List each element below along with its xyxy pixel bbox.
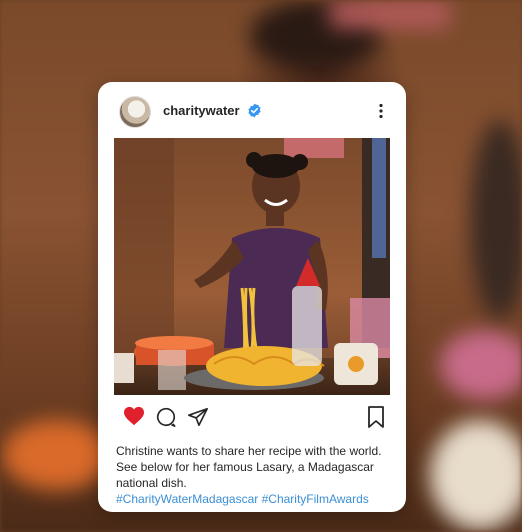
- more-options-icon[interactable]: [378, 103, 384, 119]
- post-caption: Christine wants to share her recipe with…: [116, 443, 396, 507]
- username[interactable]: charitywater: [163, 103, 240, 118]
- caption-hashtags[interactable]: #CharityWaterMadagascar #CharityFilmAwar…: [116, 491, 396, 507]
- comment-icon[interactable]: [155, 406, 177, 428]
- instagram-post-card: charitywater Christine wants to share he…: [98, 82, 406, 512]
- post-photo[interactable]: [114, 138, 390, 395]
- share-icon[interactable]: [187, 406, 209, 428]
- post-header: charitywater: [98, 82, 406, 138]
- bookmark-icon[interactable]: [367, 406, 385, 428]
- post-actions: [98, 402, 406, 432]
- heart-icon[interactable]: [123, 406, 145, 426]
- caption-text: Christine wants to share her recipe with…: [116, 444, 382, 490]
- verified-badge-icon: [248, 103, 261, 118]
- avatar[interactable]: [119, 96, 151, 128]
